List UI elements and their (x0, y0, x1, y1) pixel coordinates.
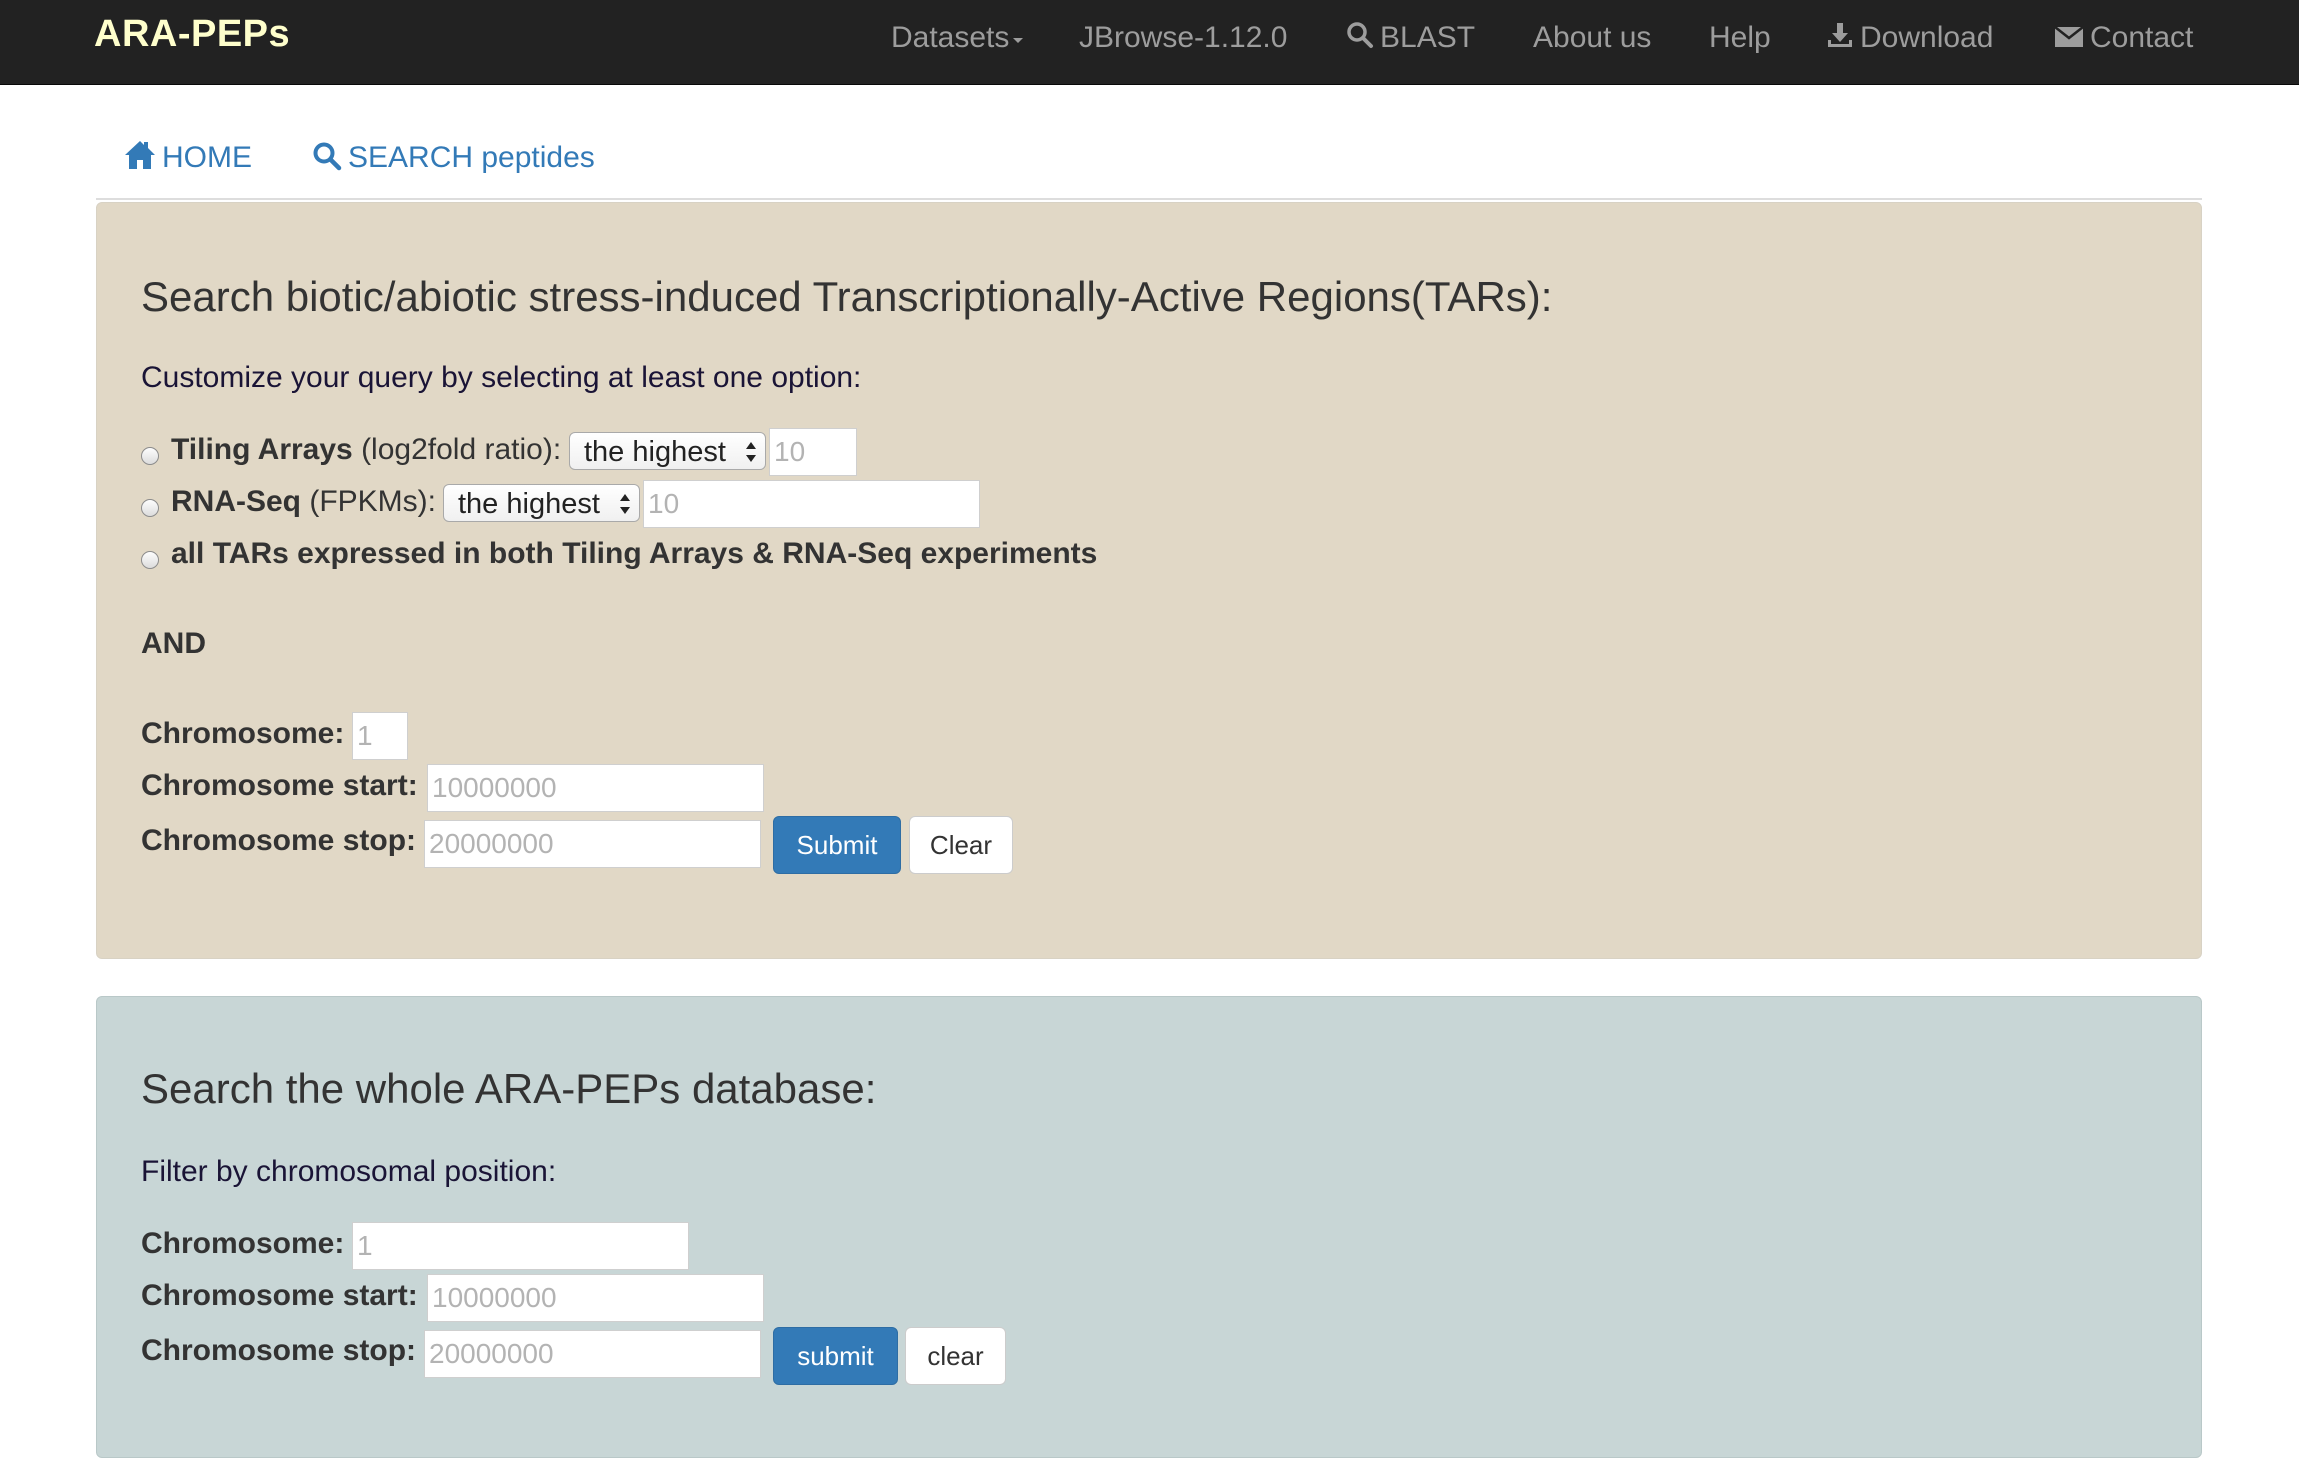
rna-seq-label-unit: (FPKMs): (301, 485, 437, 518)
tars-panel-subtitle: Customize your query by selecting at lea… (141, 361, 862, 394)
select-arrows-icon (620, 494, 630, 514)
chromosome-stop-input[interactable]: 20000000 (424, 820, 761, 868)
chromosome-stop-label: Chromosome stop: (141, 824, 417, 857)
tiling-arrays-label-unit: (log2fold ratio): (352, 433, 562, 466)
and-label: AND (141, 627, 206, 660)
db-chromosome-stop-label: Chromosome stop: (141, 1334, 417, 1367)
nav-blast[interactable]: BLAST (1346, 18, 1475, 58)
nav-jbrowse[interactable]: JBrowse-1.12.0 (1079, 18, 1287, 58)
db-chromosome-input[interactable]: 1 (352, 1222, 689, 1270)
both-experiments-label: all TARs expressed in both Tiling Arrays… (171, 537, 1098, 570)
database-search-panel: Search the whole ARA-PEPs database: Filt… (96, 996, 2202, 1458)
db-clear-button[interactable]: clear (905, 1327, 1006, 1385)
tiling-arrays-label: Tiling Arrays (log2fold ratio): (171, 433, 561, 467)
tiling-arrays-radio[interactable] (141, 447, 159, 465)
nav-blast-label: BLAST (1380, 21, 1476, 54)
envelope-icon (2054, 26, 2084, 47)
subnav-divider (96, 198, 2202, 200)
home-icon (125, 141, 155, 169)
nav-download-label: Download (1860, 21, 1994, 54)
nav-contact[interactable]: Contact (2054, 18, 2193, 58)
db-chromosome-stop-input[interactable]: 20000000 (424, 1330, 761, 1378)
chromosome-label: Chromosome: (141, 717, 345, 750)
nav-datasets-dropdown[interactable]: Datasets (891, 18, 1024, 58)
chevron-down-icon (1013, 38, 1024, 43)
clear-button[interactable]: Clear (909, 816, 1013, 874)
tiling-arrays-label-bold: Tiling Arrays (171, 433, 353, 466)
db-chromosome-label: Chromosome: (141, 1227, 345, 1260)
nav-download[interactable]: Download (1826, 18, 1993, 58)
submit-button[interactable]: Submit (773, 816, 901, 874)
home-link[interactable]: HOME (124, 138, 252, 178)
search-peptides-label: SEARCH peptides (348, 141, 595, 174)
db-submit-button[interactable]: submit (773, 1327, 898, 1385)
db-chromosome-start-input[interactable]: 10000000 (427, 1274, 764, 1322)
rna-seq-select-value: the highest (458, 488, 600, 520)
search-icon (313, 142, 342, 171)
download-icon (1828, 23, 1852, 47)
brand-logo[interactable]: ARA-PEPs (94, 13, 290, 56)
nav-datasets-label: Datasets (891, 21, 1010, 54)
database-panel-subtitle: Filter by chromosomal position: (141, 1155, 557, 1188)
tiling-arrays-count-input[interactable]: 10 (769, 428, 857, 476)
tars-search-panel: Search biotic/abiotic stress-induced Tra… (96, 202, 2202, 959)
nav-contact-label: Contact (2090, 21, 2194, 54)
rna-seq-count-input[interactable]: 10 (643, 480, 980, 528)
top-navbar: ARA-PEPs Datasets JBrowse-1.12.0 BLAST A… (0, 0, 2299, 85)
nav-about[interactable]: About us (1533, 18, 1651, 58)
search-icon (1347, 22, 1373, 48)
select-arrows-icon (746, 442, 756, 462)
search-peptides-link[interactable]: SEARCH peptides (312, 138, 595, 178)
tars-panel-title: Search biotic/abiotic stress-induced Tra… (141, 273, 1553, 320)
chromosome-start-label: Chromosome start: (141, 769, 418, 802)
chromosome-start-input[interactable]: 10000000 (427, 764, 764, 812)
tiling-arrays-select-value: the highest (584, 436, 726, 468)
both-experiments-radio[interactable] (141, 551, 159, 569)
rna-seq-label-bold: RNA-Seq (171, 485, 302, 518)
nav-help[interactable]: Help (1709, 18, 1771, 58)
rna-seq-select[interactable]: the highest (443, 484, 640, 522)
rna-seq-label: RNA-Seq (FPKMs): (171, 485, 436, 519)
database-panel-title: Search the whole ARA-PEPs database: (141, 1065, 877, 1112)
db-chromosome-start-label: Chromosome start: (141, 1279, 418, 1312)
rna-seq-radio[interactable] (141, 499, 159, 517)
chromosome-input[interactable]: 1 (352, 712, 408, 760)
home-link-label: HOME (162, 141, 252, 174)
tiling-arrays-select[interactable]: the highest (569, 432, 766, 470)
